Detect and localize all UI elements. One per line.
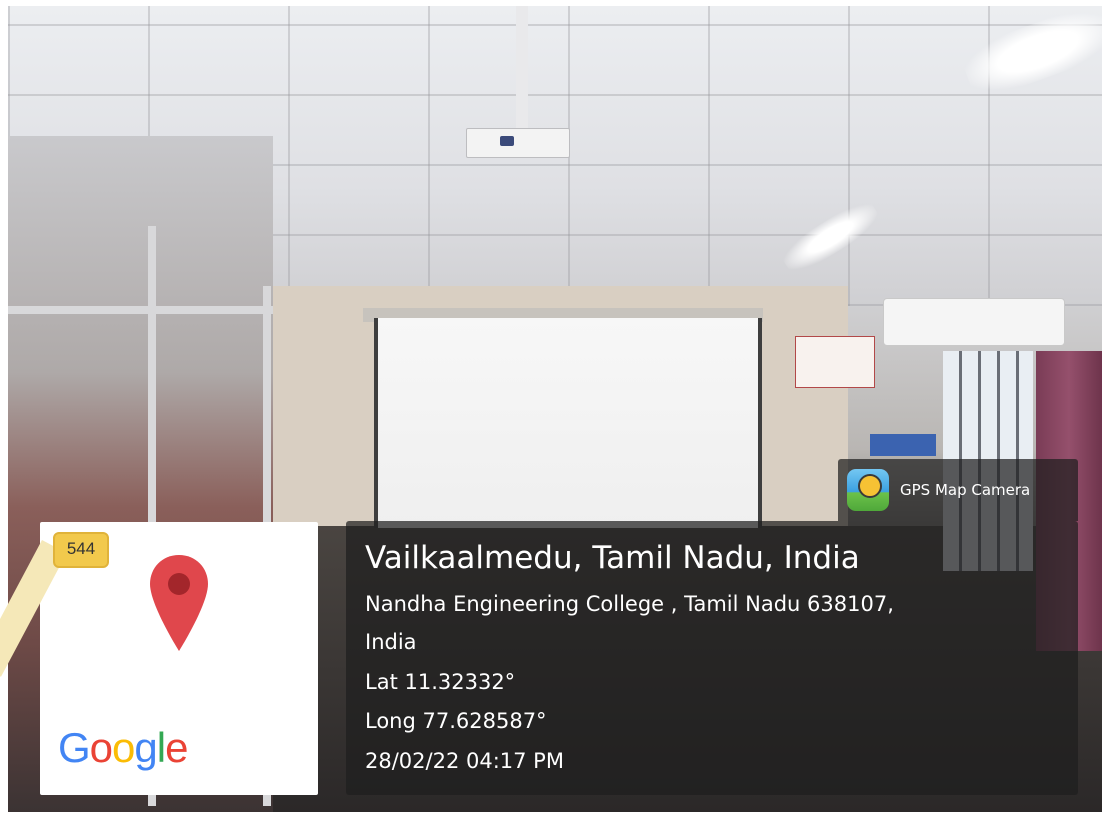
route-badge: 544 [53, 532, 109, 568]
location-title: Vailkaalmedu, Tamil Nadu, India [365, 540, 860, 576]
google-logo: Google [58, 724, 188, 771]
air-conditioner [883, 298, 1065, 346]
projection-screen [374, 318, 762, 528]
blue-sign [870, 434, 936, 456]
app-name: GPS Map Camera [900, 481, 1031, 499]
address-line-2: India [365, 630, 417, 654]
notice-board [795, 336, 875, 388]
window-frame [8, 306, 273, 314]
timestamp: 28/02/22 04:17 PM [365, 749, 564, 773]
address-line-1: Nandha Engineering College , Tamil Nadu … [365, 592, 894, 616]
latitude: Lat 11.32332° [365, 670, 516, 694]
longitude: Long 77.628587° [365, 709, 547, 733]
projector-lens [500, 136, 514, 146]
projector-mount [516, 6, 528, 136]
map-pin-icon [148, 553, 210, 653]
app-pin-icon [858, 474, 882, 498]
projector [466, 128, 570, 158]
